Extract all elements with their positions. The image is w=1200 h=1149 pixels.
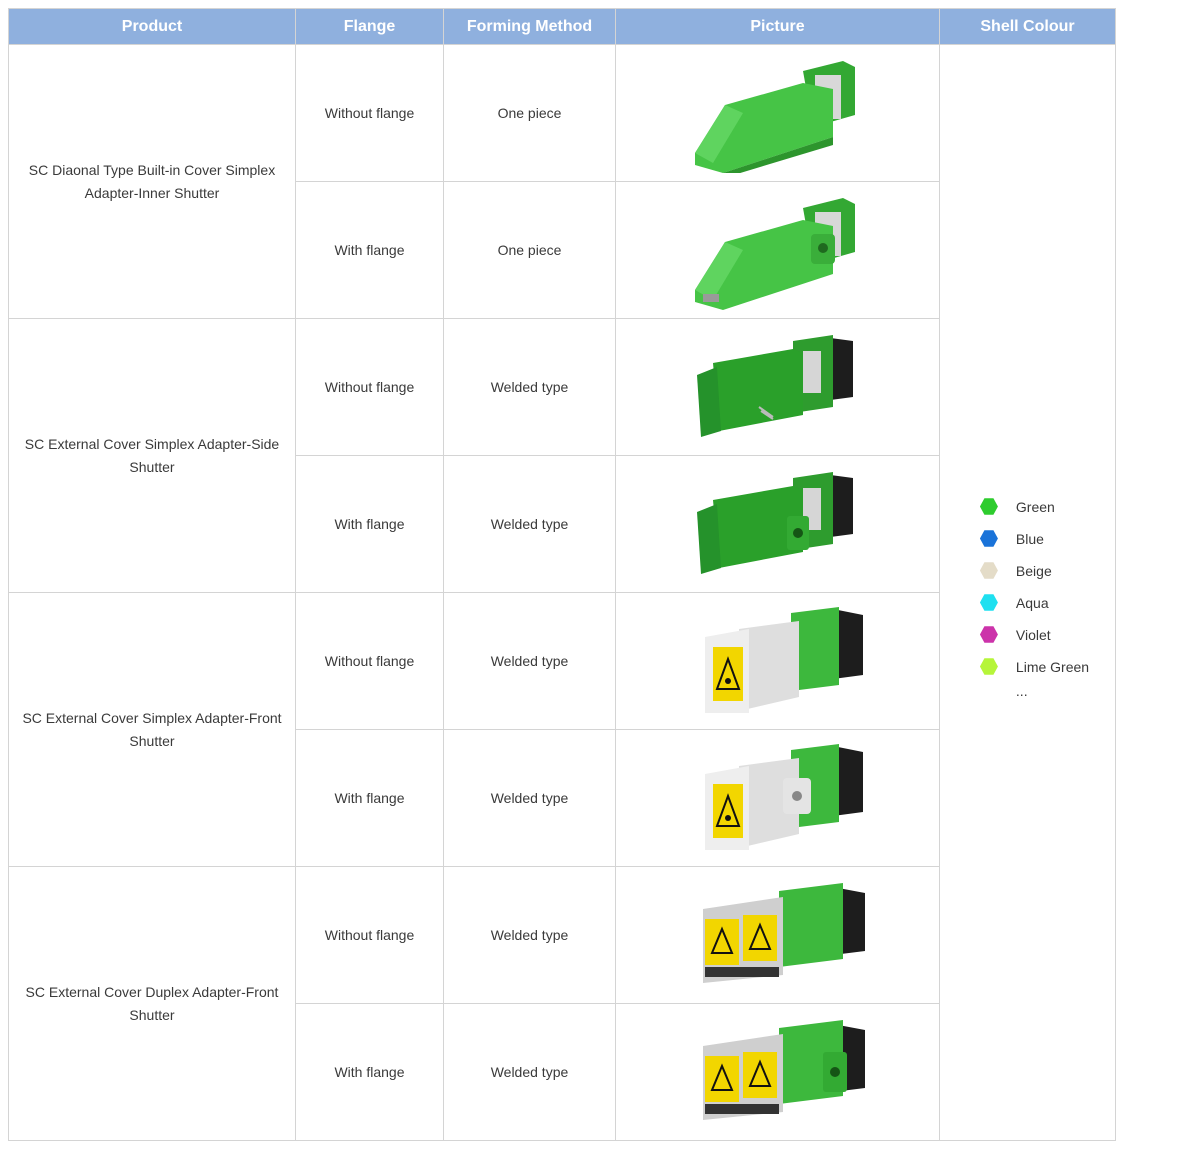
picture-cell <box>615 1003 940 1141</box>
colour-name: Green <box>1015 498 1055 515</box>
front-shutter-simplex-adapter-flange-icon <box>704 744 863 850</box>
product-name: SC Diaonal Type Built-in Cover Simplex A… <box>8 44 296 319</box>
front-shutter-duplex-adapter-flange-icon <box>702 1020 865 1120</box>
header-product: Product <box>8 8 296 45</box>
picture-cell <box>615 318 940 456</box>
green-side-shutter-adapter-icon <box>696 335 853 437</box>
header-row: Product Flange Forming Method Picture Sh… <box>8 8 1116 45</box>
flange-cell: Without flange <box>295 318 444 456</box>
violet-swatch-icon <box>979 626 998 643</box>
picture-cell <box>615 455 940 593</box>
green-side-shutter-adapter-flange-icon <box>696 472 853 574</box>
flange-cell: With flange <box>295 729 444 867</box>
beige-swatch-icon <box>979 562 998 579</box>
list-item: Aqua <box>979 587 1089 619</box>
aqua-swatch-icon <box>979 594 998 611</box>
picture-cell <box>615 866 940 1004</box>
blue-swatch-icon <box>979 530 998 547</box>
picture-cell <box>615 44 940 182</box>
flange-cell: With flange <box>295 1003 444 1141</box>
colour-name: Violet <box>1015 626 1051 643</box>
flange-cell: Without flange <box>295 592 444 730</box>
product-name: SC External Cover Simplex Adapter-Front … <box>8 592 296 867</box>
front-shutter-duplex-adapter-icon <box>702 883 865 983</box>
flange-cell: With flange <box>295 455 444 593</box>
list-item: Lime Green <box>979 651 1090 683</box>
flange-cell: With flange <box>295 181 444 319</box>
flange-cell: Without flange <box>295 44 444 182</box>
shell-colour-cell: Green Blue Beige Aqua Violet Lime Green … <box>939 44 1116 1141</box>
picture-cell <box>615 181 940 319</box>
picture-cell <box>615 592 940 730</box>
header-shell-colour: Shell Colour <box>939 8 1116 45</box>
list-item: Violet <box>979 619 1089 651</box>
flange-cell: Without flange <box>295 866 444 1004</box>
product-spec-table: Product Flange Forming Method Picture Sh… <box>8 8 1116 1141</box>
green-diagonal-cover-adapter-icon <box>694 61 855 173</box>
picture-cell <box>615 729 940 867</box>
colour-list: Green Blue Beige Aqua Violet Lime Green … <box>979 491 1090 709</box>
colour-name: Aqua <box>1015 594 1049 611</box>
table-row: SC Diaonal Type Built-in Cover Simplex A… <box>8 44 1116 1141</box>
forming-cell: Welded type <box>443 455 616 593</box>
product-name: SC External Cover Simplex Adapter-Side S… <box>8 318 296 593</box>
forming-cell: Welded type <box>443 592 616 730</box>
list-item: Green <box>979 491 1089 523</box>
list-item: Blue <box>979 523 1089 555</box>
green-swatch-icon <box>979 498 998 515</box>
forming-cell: Welded type <box>443 866 616 1004</box>
colour-name: Beige <box>1015 562 1052 579</box>
forming-cell: One piece <box>443 181 616 319</box>
header-forming-method: Forming Method <box>443 8 616 45</box>
colour-name: Blue <box>1015 530 1044 547</box>
forming-cell: One piece <box>443 44 616 182</box>
front-shutter-simplex-adapter-icon <box>704 607 863 713</box>
list-item: Beige <box>979 555 1089 587</box>
colours-more: ... <box>1015 682 1028 699</box>
forming-cell: Welded type <box>443 729 616 867</box>
header-flange: Flange <box>295 8 444 45</box>
forming-cell: Welded type <box>443 1003 616 1141</box>
colour-name: Lime Green <box>1015 658 1090 675</box>
product-name: SC External Cover Duplex Adapter-Front S… <box>8 866 296 1141</box>
green-diagonal-cover-adapter-flange-icon <box>694 198 855 310</box>
header-picture: Picture <box>615 8 940 45</box>
lime-green-swatch-icon <box>979 658 998 675</box>
forming-cell: Welded type <box>443 318 616 456</box>
